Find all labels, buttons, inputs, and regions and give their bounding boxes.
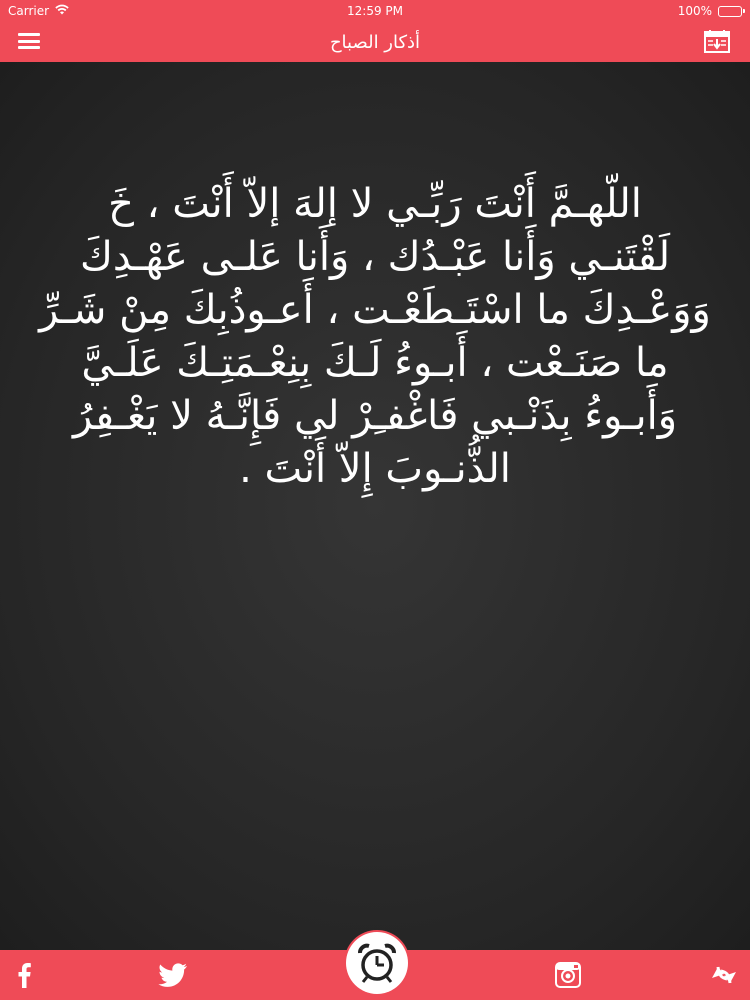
calendar-icon[interactable]: [704, 30, 730, 54]
status-bar: Carrier 12:59 PM 100%: [0, 0, 750, 22]
alarm-clock-icon[interactable]: [346, 932, 408, 994]
facebook-icon[interactable]: [16, 962, 32, 992]
battery-icon: [718, 5, 745, 17]
battery-percent: 100%: [677, 4, 712, 18]
twitter-icon[interactable]: [158, 963, 188, 991]
dhikr-text: اللّهـمَّ أَنْتَ رَبِّـي لا إلهَ إلاّ أَ…: [39, 181, 711, 492]
status-right: 100%: [677, 4, 745, 18]
status-time: 12:59 PM: [347, 4, 403, 18]
carrier-label: Carrier: [8, 4, 50, 18]
instagram-icon[interactable]: [555, 962, 581, 992]
nav-bar: أذكار الصباح: [0, 22, 750, 62]
wifi-icon: [55, 4, 69, 18]
page-title: أذكار الصباح: [329, 31, 421, 53]
status-left: Carrier: [8, 4, 69, 18]
share-icon[interactable]: [710, 962, 738, 992]
menu-icon[interactable]: [18, 30, 40, 52]
